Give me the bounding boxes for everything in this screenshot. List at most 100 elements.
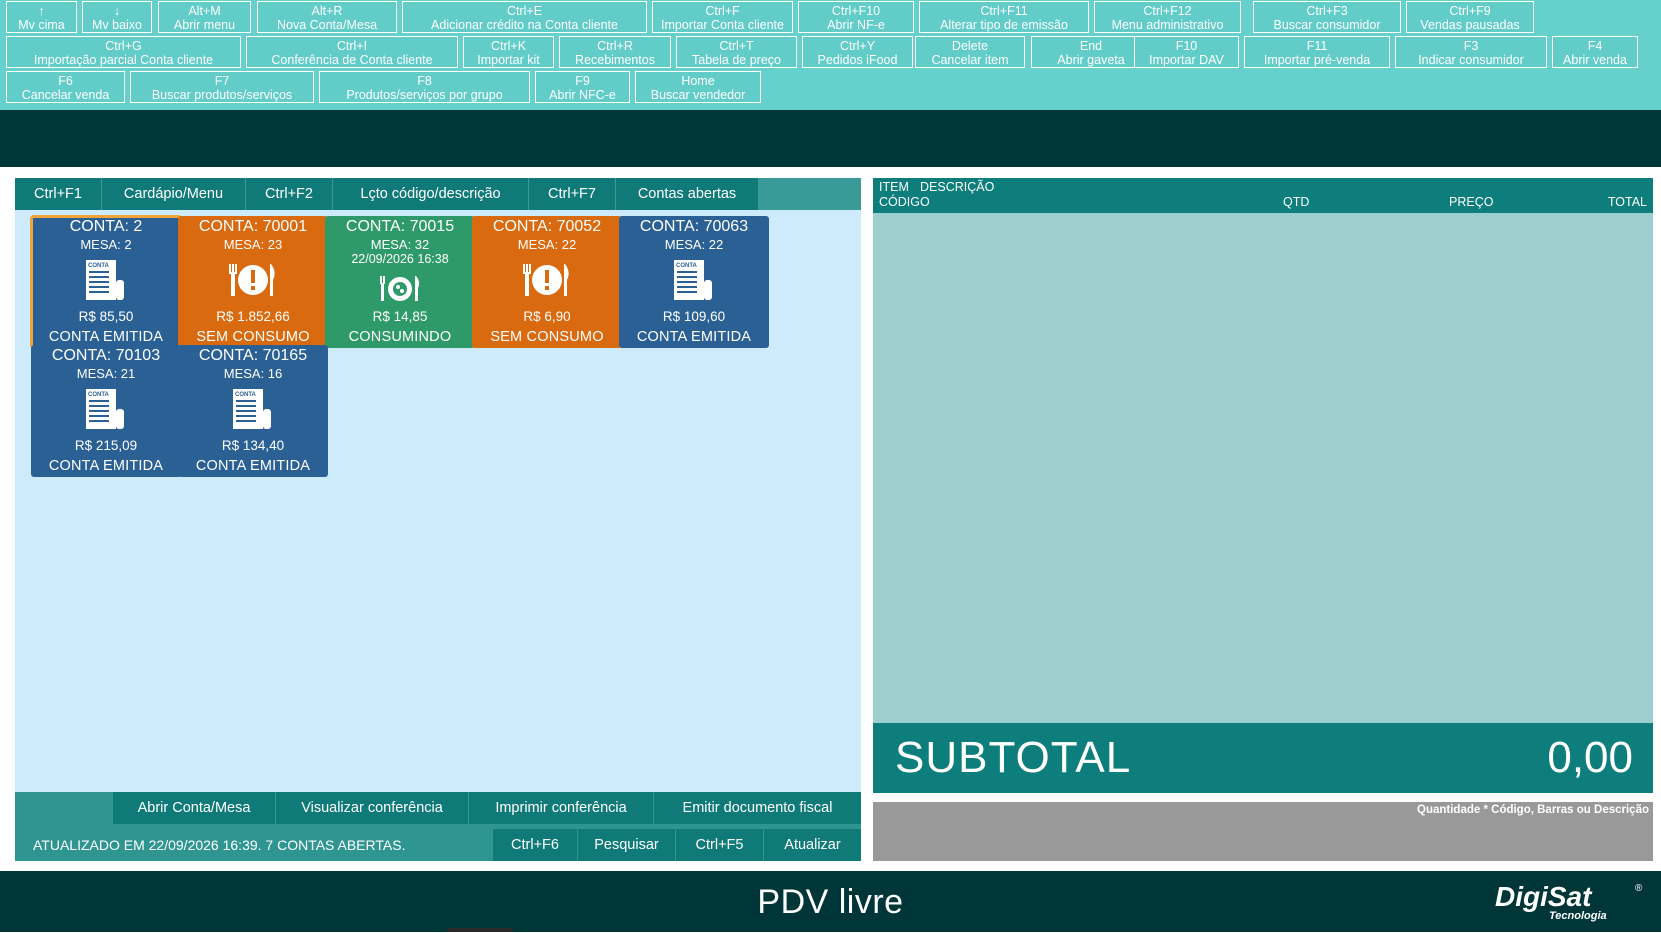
item-list[interactable] — [873, 213, 1653, 723]
shortcut-indicar-consumidor-button[interactable]: F3 Indicar consumidor — [1395, 36, 1547, 68]
tab-key-cardapio[interactable]: Ctrl+F1 — [15, 178, 102, 210]
shortcut-label: Adicionar crédito na Conta cliente — [431, 18, 618, 32]
tab-key-lcto[interactable]: Ctrl+F2 — [246, 178, 333, 210]
tab-contas-abertas[interactable]: Contas abertas — [616, 178, 759, 210]
refresh-key-button[interactable]: Ctrl+F5 — [676, 829, 764, 861]
account-value: R$ 85,50 — [78, 309, 134, 324]
serving-plate-icon — [380, 276, 420, 301]
tab-cardapio[interactable]: Cardápio/Menu — [102, 178, 246, 210]
account-card[interactable]: CONTA: 70015 MESA: 32 22/09/2026 16:38 R$ 1… — [325, 216, 475, 348]
footer-marker — [447, 928, 513, 932]
table-number: MESA: 21 — [76, 366, 136, 381]
account-card[interactable]: CONTA: 70052 MESA: 22 R$ 6,90 SEM CONSUMO — [472, 216, 622, 348]
shortcut-label: Nova Conta/Mesa — [276, 18, 378, 32]
subtotal-value: 0,00 — [1547, 733, 1633, 782]
shortcut-mv-cima-button[interactable]: ↑ Mv cima — [6, 1, 77, 33]
shortcut-importacao-parcial-conta-cliente-button[interactable]: Ctrl+G Importação parcial Conta cliente — [6, 36, 241, 68]
shortcut-abrir-menu-button[interactable]: Alt+M Abrir menu — [158, 1, 251, 33]
shortcut-mv-baixo-button[interactable]: ↓ Mv baixo — [82, 1, 152, 33]
account-number: CONTA: 70052 — [492, 218, 602, 235]
shortcut-importar-dav-button[interactable]: F10 Importar DAV — [1134, 36, 1239, 68]
shortcut-nova-conta-mesa-button[interactable]: Alt+R Nova Conta/Mesa — [257, 1, 397, 33]
shortcut-abrir-nfc-e-button[interactable]: F9 Abrir NFC-e — [535, 71, 630, 103]
shortcut-adicionar-credito-na-conta-cliente-button[interactable]: Ctrl+E Adicionar crédito na Conta cliente — [402, 1, 647, 33]
shortcut-key: F9 — [575, 74, 590, 88]
account-status: SEM CONSUMO — [196, 329, 310, 345]
shortcut-cancelar-item-button[interactable]: Delete Cancelar item — [915, 36, 1025, 68]
shortcut-buscar-produtos-servicos-button[interactable]: F7 Buscar produtos/serviços — [130, 71, 314, 103]
search-button[interactable]: Pesquisar — [578, 829, 676, 861]
shortcut-importar-conta-cliente-button[interactable]: Ctrl+F Importar Conta cliente — [652, 1, 793, 33]
account-value: R$ 134,40 — [221, 438, 285, 453]
print-check-button[interactable]: Imprimir conferência — [469, 792, 654, 824]
shortcut-abrir-nf-e-button[interactable]: Ctrl+F10 Abrir NF-e — [798, 1, 914, 33]
product-code-input[interactable]: Quantidade * Código, Barras ou Descrição — [873, 802, 1653, 861]
shortcut-label: Importar Conta cliente — [661, 18, 784, 32]
shortcut-cancelar-venda-button[interactable]: F6 Cancelar venda — [6, 71, 125, 103]
shortcut-buscar-consumidor-button[interactable]: Ctrl+F3 Buscar consumidor — [1253, 1, 1401, 33]
shortcut-recebimentos-button[interactable]: Ctrl+R Recebimentos — [559, 36, 671, 68]
receipt-icon: CONTA — [86, 260, 124, 300]
shortcut-produtos-servicos-por-grupo-button[interactable]: F8 Produtos/serviços por grupo — [319, 71, 530, 103]
account-status: CONTA EMITIDA — [48, 458, 164, 474]
account-number: CONTA: 70103 — [51, 347, 161, 364]
svg-text:CONTA: CONTA — [235, 392, 257, 398]
shortcut-key: Ctrl+K — [490, 39, 527, 53]
shortcut-key: F7 — [214, 74, 230, 88]
emit-fiscal-button[interactable]: Emitir documento fiscal — [654, 792, 861, 824]
account-number: CONTA: 70063 — [639, 218, 749, 235]
open-account-button[interactable]: Abrir Conta/Mesa — [113, 792, 276, 824]
col-preco: PREÇO — [1449, 195, 1494, 209]
account-card[interactable]: CONTA: 70103 MESA: 21 CONTA R$ 215,09 CONTA … — [31, 345, 181, 477]
item-table-header: ITEM DESCRIÇÃO CÓDIGO QTD PREÇO TOTAL — [873, 178, 1653, 213]
shortcut-vendas-pausadas-button[interactable]: Ctrl+F9 Vendas pausadas — [1406, 1, 1534, 33]
account-card[interactable]: CONTA: 70063 MESA: 22 CONTA R$ 109,60 CONTA … — [619, 216, 769, 348]
shortcut-key: F6 — [58, 74, 73, 88]
shortcut-key: Ctrl+F — [705, 4, 740, 18]
shortcut-abrir-gaveta-button[interactable]: End Abrir gaveta — [1031, 36, 1151, 68]
shortcut-tabela-de-preco-button[interactable]: Ctrl+T Tabela de preço — [676, 36, 797, 68]
account-value: R$ 14,85 — [372, 309, 428, 324]
tab-key-contas[interactable]: Ctrl+F7 — [529, 178, 616, 210]
shortcut-buscar-vendedor-button[interactable]: Home Buscar vendedor — [635, 71, 761, 103]
shortcut-label: Abrir NF-e — [827, 18, 885, 32]
action-bar: Abrir Conta/Mesa Visualizar conferência … — [15, 792, 861, 861]
shortcut-menu-administrativo-button[interactable]: Ctrl+F12 Menu administrativo — [1094, 1, 1241, 33]
shortcut-key: F3 — [1463, 39, 1479, 53]
shortcut-label: Conferência de Conta cliente — [271, 53, 433, 67]
account-card[interactable]: CONTA: 70165 MESA: 16 CONTA R$ 134,40 CONTA … — [178, 345, 328, 477]
shortcut-key: Ctrl+F12 — [1143, 4, 1192, 18]
shortcut-key: Ctrl+R — [597, 39, 633, 53]
shortcut-alterar-tipo-de-emissao-button[interactable]: Ctrl+F11 Alterar tipo de emissão — [919, 1, 1089, 33]
shortcut-key: Ctrl+F3 — [1306, 4, 1348, 18]
account-value: R$ 109,60 — [662, 309, 726, 324]
account-number: CONTA: 70015 — [345, 218, 455, 235]
shortcut-importar-kit-button[interactable]: Ctrl+K Importar kit — [463, 36, 554, 68]
col-qtd: QTD — [1283, 195, 1310, 209]
table-number: MESA: 23 — [223, 237, 283, 252]
svg-text:CONTA: CONTA — [88, 392, 110, 398]
search-key-button[interactable]: Ctrl+F6 — [493, 829, 578, 861]
shortcut-abrir-venda-button[interactable]: F4 Abrir venda — [1552, 36, 1638, 68]
shortcut-key: F11 — [1306, 39, 1328, 53]
plate-alert-icon — [523, 264, 569, 296]
shortcut-label: Abrir menu — [173, 18, 236, 32]
account-card[interactable]: CONTA: 2 MESA: 2 CONTA R$ 85,50 CONTA EMITID… — [30, 215, 182, 349]
shortcut-importar-pre-venda-button[interactable]: F11 Importar pré-venda — [1244, 36, 1390, 68]
refresh-button[interactable]: Atualizar — [764, 829, 861, 861]
shortcut-bar: ↑ Mv cima ↓ Mv baixo Alt+M Abrir menu Alt+R Nov… — [0, 0, 1661, 110]
shortcut-key: Ctrl+I — [336, 39, 368, 53]
shortcut-key: Ctrl+F10 — [831, 4, 881, 18]
tab-lcto-codigo[interactable]: Lçto código/descrição — [333, 178, 529, 210]
shortcut-key: F8 — [417, 74, 432, 88]
shortcut-pedidos-ifood-button[interactable]: Ctrl+Y Pedidos iFood — [802, 36, 913, 68]
subtotal-label: SUBTOTAL — [895, 733, 1132, 782]
account-status: CONSUMINDO — [348, 329, 452, 345]
view-check-button[interactable]: Visualizar conferência — [276, 792, 469, 824]
account-status: CONTA EMITIDA — [195, 458, 311, 474]
shortcut-conferencia-de-conta-cliente-button[interactable]: Ctrl+I Conferência de Conta cliente — [246, 36, 458, 68]
svg-text:CONTA: CONTA — [676, 263, 698, 269]
account-card[interactable]: CONTA: 70001 MESA: 23 R$ 1.852,66 SEM CONSU… — [178, 216, 328, 348]
shortcut-label: Pedidos iFood — [817, 53, 898, 67]
shortcut-label: Produtos/serviços por grupo — [346, 88, 503, 102]
